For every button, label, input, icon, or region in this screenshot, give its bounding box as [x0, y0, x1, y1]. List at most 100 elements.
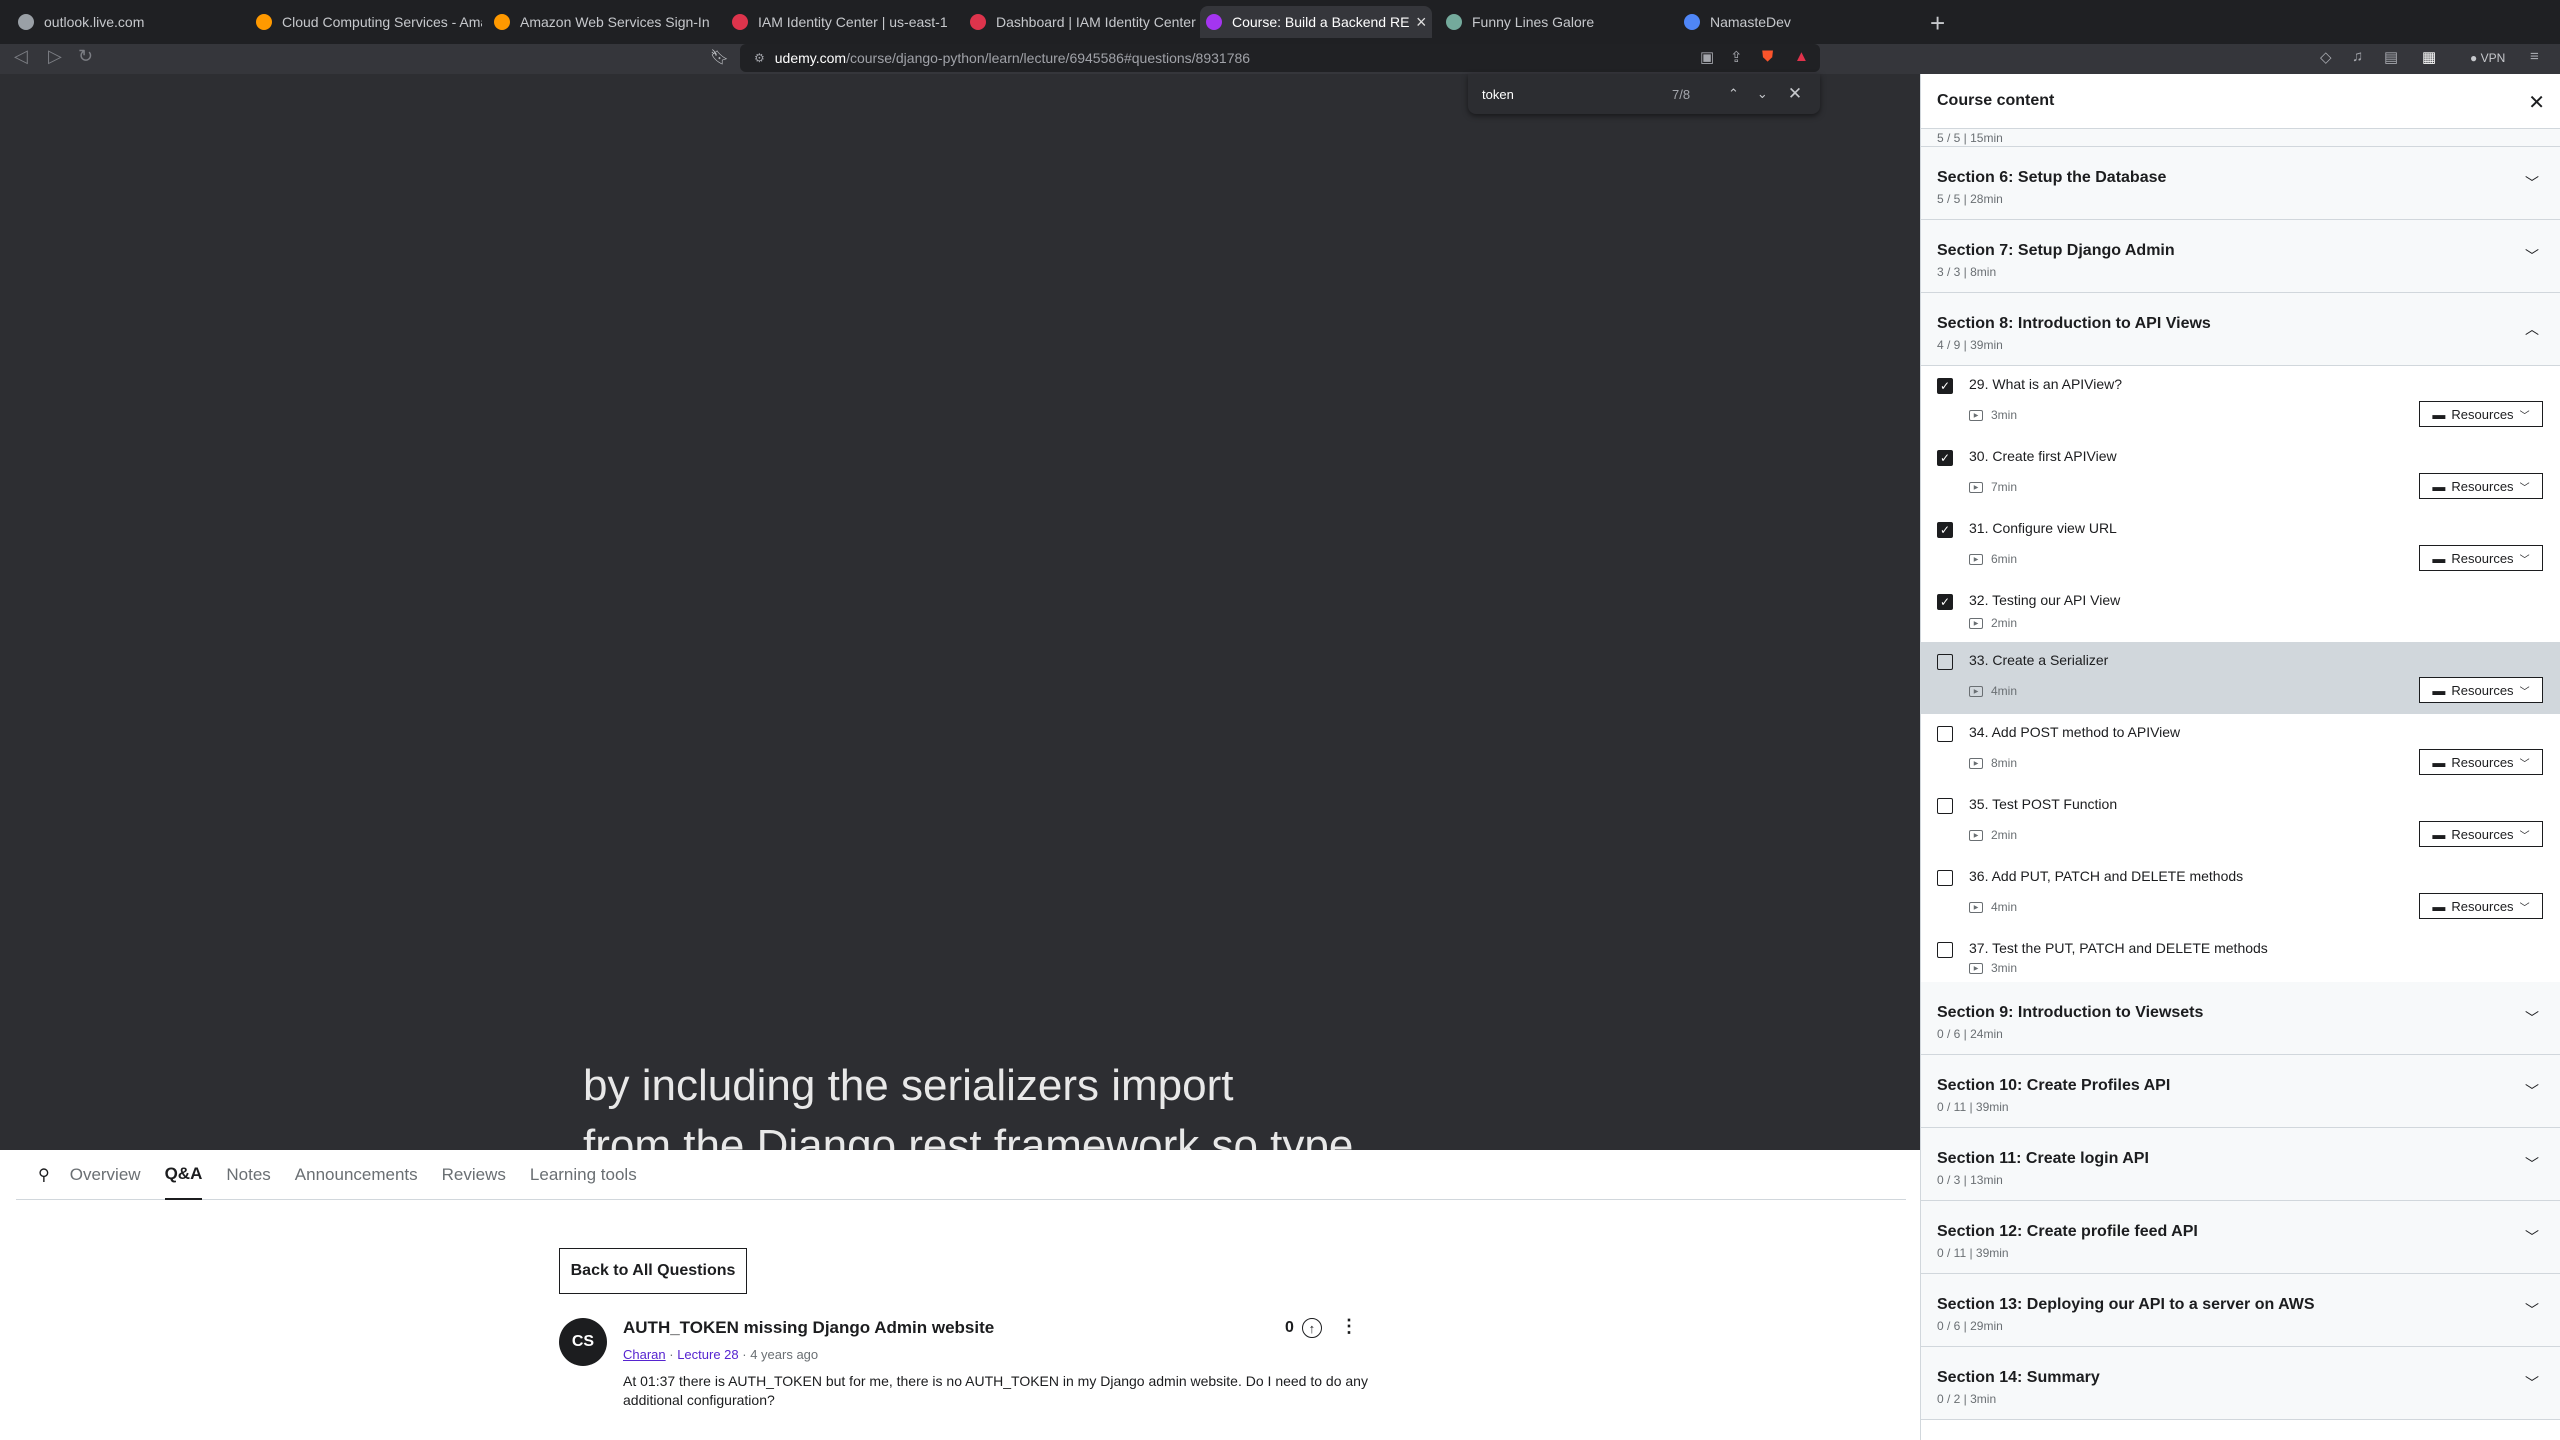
browser-tab[interactable]: NamasteDev	[1678, 6, 1898, 38]
lecture-duration: ▶ 4min	[1969, 684, 2017, 698]
wallet-icon[interactable]: ▦	[2422, 48, 2436, 66]
lecture-item[interactable]: 34. Add POST method to APIView ▶ 8min ▬ Reso…	[1921, 714, 2560, 786]
lecture-item[interactable]: 33. Create a Serializer ▶ 4min ▬ Resources ﹀	[1921, 642, 2560, 714]
new-tab-button[interactable]: +	[1930, 8, 1945, 39]
video-player[interactable]: by including the serializers import from…	[0, 74, 1920, 1170]
section-progress: 5 / 5 | 15min	[1937, 131, 2003, 145]
more-options-icon[interactable]: ⋮	[1340, 1316, 1358, 1337]
tab-learning-tools[interactable]: Learning tools	[530, 1150, 637, 1200]
lecture-duration: ▶ 4min	[1969, 900, 2017, 914]
section-progress: 4 / 9 | 39min	[1937, 338, 2003, 352]
upvote-icon[interactable]: ↑	[1301, 1318, 1322, 1338]
lecture-checkbox[interactable]: ✓	[1937, 378, 1953, 394]
section-title: Section 14: Summary	[1937, 1369, 2100, 1386]
browser-tab[interactable]: outlook.live.com	[12, 6, 244, 38]
tab-notes[interactable]: Notes	[226, 1150, 270, 1200]
lecture-item[interactable]: 35. Test POST Function ▶ 2min ▬ Resources ﹀	[1921, 786, 2560, 858]
lecture-item[interactable]: 37. Test the PUT, PATCH and DELETE metho…	[1921, 930, 2560, 982]
lecture-checkbox[interactable]: ✓	[1937, 522, 1953, 538]
section-header[interactable]: Section 6: Setup the Database 5 / 5 | 28m…	[1921, 147, 2560, 220]
find-prev-icon[interactable]: ⌃	[1728, 86, 1739, 102]
extensions-icon[interactable]: ◇	[2320, 48, 2332, 66]
section-header[interactable]: Section 8: Introduction to API Views 4 / …	[1921, 293, 2560, 366]
brave-shields-icon[interactable]: ⛊	[1762, 48, 1773, 65]
browser-tab[interactable]: IAM Identity Center | us-east-1	[726, 6, 958, 38]
reload-icon[interactable]: ↻	[78, 46, 93, 67]
lecture-item[interactable]: ✓ 30. Create first APIView ▶ 7min ▬ Resources…	[1921, 438, 2560, 510]
author-link[interactable]: Charan	[623, 1347, 666, 1362]
section-header[interactable]: Section 7: Setup Django Admin 3 / 3 | 8mi…	[1921, 220, 2560, 293]
sidebar-toggle-icon[interactable]: ▤	[2384, 48, 2398, 66]
resources-button[interactable]: ▬ Resources ﹀	[2419, 401, 2543, 427]
question-meta: Charan · Lecture 28 · 4 years ago	[623, 1347, 818, 1362]
resources-button[interactable]: ▬ Resources ﹀	[2419, 545, 2543, 571]
vote-control: 0 ↑	[1285, 1318, 1322, 1338]
tab-overview[interactable]: Overview	[70, 1150, 141, 1200]
tab-label: Course: Build a Backend REST	[1232, 14, 1410, 30]
browser-tab[interactable]: Course: Build a Backend REST ×	[1200, 6, 1432, 38]
forward-icon[interactable]: ▷	[48, 46, 62, 67]
chevron-down-icon: ﹀	[2519, 482, 2530, 494]
tab-close-icon[interactable]: ×	[1416, 12, 1427, 33]
find-close-icon[interactable]: ✕	[1788, 84, 1802, 104]
lecture-checkbox[interactable]: ✓	[1937, 594, 1953, 610]
resources-button[interactable]: ▬ Resources ﹀	[2419, 749, 2543, 775]
search-icon[interactable]: ⚲	[38, 1165, 50, 1185]
lecture-checkbox[interactable]: ✓	[1937, 450, 1953, 466]
section-header[interactable]: Section 14: Summary 0 / 2 | 3min ﹀	[1921, 1347, 2560, 1420]
resources-label: Resources	[2451, 550, 2514, 566]
lecture-duration-value: 3min	[1991, 408, 2018, 422]
resources-button[interactable]: ▬ Resources ﹀	[2419, 821, 2543, 847]
vpn-button[interactable]: ● VPN	[2470, 51, 2505, 65]
section-header[interactable]: 5 / 5 | 15min	[1921, 129, 2560, 147]
section-title: Section 12: Create profile feed API	[1937, 1223, 2198, 1240]
section-header[interactable]: Section 10: Create Profiles API 0 / 11 | …	[1921, 1055, 2560, 1128]
site-settings-icon[interactable]: ⚙	[754, 51, 765, 65]
lecture-checkbox[interactable]	[1937, 942, 1953, 958]
browser-tab[interactable]: Dashboard | IAM Identity Center | us	[964, 6, 1196, 38]
lecture-checkbox[interactable]	[1937, 654, 1953, 670]
media-icon[interactable]: ♫	[2352, 48, 2363, 65]
lecture-checkbox[interactable]	[1937, 870, 1953, 886]
folder-icon: ▬	[2432, 898, 2446, 914]
lecture-item[interactable]: ✓ 29. What is an APIView? ▶ 3min ▬ Resources ﹀	[1921, 366, 2560, 438]
address-bar[interactable]: ⚙ udemy.com/course/django-python/learn/l…	[740, 44, 1820, 72]
lecture-item[interactable]: ✓ 31. Configure view URL ▶ 6min ▬ Resources ﹀	[1921, 510, 2560, 582]
tab-reviews[interactable]: Reviews	[442, 1150, 506, 1200]
lecture-title: 36. Add PUT, PATCH and DELETE methods	[1969, 868, 2244, 884]
resources-button[interactable]: ▬ Resources ﹀	[2419, 473, 2543, 499]
resources-button[interactable]: ▬ Resources ﹀	[2419, 893, 2543, 919]
back-to-questions-button[interactable]: Back to All Questions	[559, 1248, 747, 1294]
lecture-duration: ▶ 7min	[1969, 480, 2017, 494]
reader-mode-icon[interactable]: ▣	[1700, 48, 1714, 66]
section-progress: 0 / 11 | 39min	[1937, 1246, 2009, 1260]
find-next-icon[interactable]: ⌄	[1757, 86, 1768, 102]
lecture-checkbox[interactable]	[1937, 798, 1953, 814]
close-icon[interactable]: ✕	[2528, 90, 2545, 115]
section-header[interactable]: Section 9: Introduction to Viewsets 0 / 6…	[1921, 982, 2560, 1055]
find-input[interactable]: token	[1482, 87, 1652, 102]
lecture-item[interactable]: 36. Add PUT, PATCH and DELETE methods ▶ 4m…	[1921, 858, 2560, 930]
lecture-duration: ▶ 2min	[1969, 616, 2017, 630]
lecture-item[interactable]: ✓ 32. Testing our API View ▶ 2min	[1921, 582, 2560, 642]
avatar[interactable]: CS	[559, 1318, 607, 1366]
lecture-title: 37. Test the PUT, PATCH and DELETE metho…	[1969, 940, 2268, 956]
section-header[interactable]: Section 11: Create login API 0 / 3 | 13mi…	[1921, 1128, 2560, 1201]
section-header[interactable]: Section 12: Create profile feed API 0 / 1…	[1921, 1201, 2560, 1274]
back-icon[interactable]: ◁	[14, 46, 28, 67]
browser-tab[interactable]: Cloud Computing Services - Amazon	[250, 6, 482, 38]
lecture-link[interactable]: Lecture 28	[677, 1347, 738, 1362]
menu-icon[interactable]: ≡	[2530, 48, 2539, 65]
section-progress: 0 / 6 | 29min	[1937, 1319, 2003, 1333]
folder-icon: ▬	[2432, 682, 2446, 698]
browser-tab[interactable]: Funny Lines Galore	[1440, 6, 1672, 38]
lecture-checkbox[interactable]	[1937, 726, 1953, 742]
share-icon[interactable]: ⇪	[1730, 48, 1743, 66]
resources-button[interactable]: ▬ Resources ﹀	[2419, 677, 2543, 703]
tab-announcements[interactable]: Announcements	[295, 1150, 418, 1200]
browser-tab[interactable]: Amazon Web Services Sign-In	[488, 6, 720, 38]
bookmark-icon[interactable]: 🔖︎	[710, 48, 729, 66]
section-header[interactable]: Section 13: Deploying our API to a serve…	[1921, 1274, 2560, 1347]
brave-rewards-icon[interactable]: ▲	[1794, 48, 1809, 65]
tab-q-a[interactable]: Q&A	[164, 1150, 203, 1200]
